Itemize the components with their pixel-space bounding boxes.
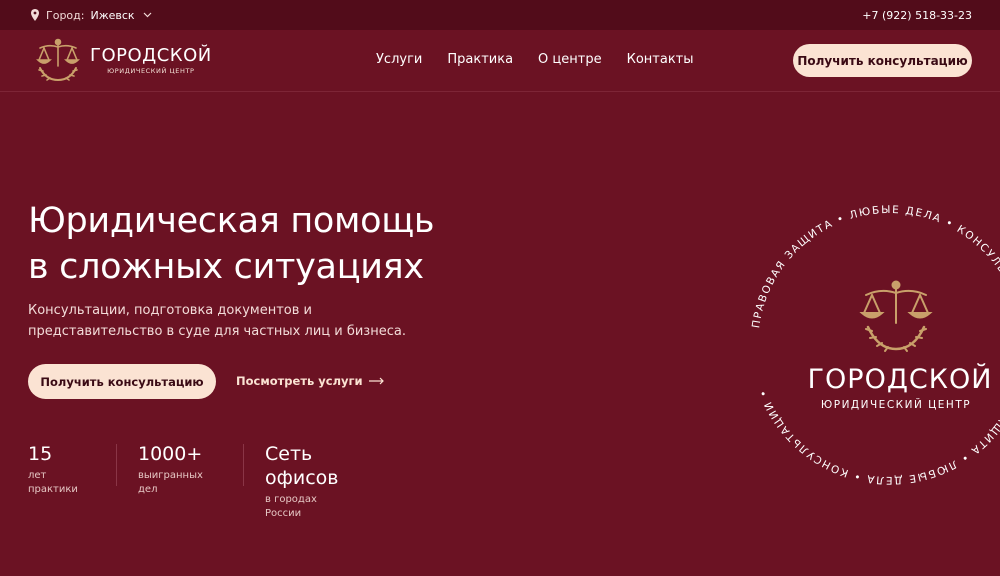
stat-divider	[243, 444, 244, 486]
hero-title-line: Юридическая помощь	[28, 201, 435, 241]
top-bar: Город: Ижевск +7 (922) 518-33-23	[0, 0, 1000, 30]
arrow-right-icon	[368, 377, 384, 385]
chevron-down-icon	[143, 12, 151, 18]
stat-divider	[116, 444, 117, 486]
hero-title: Юридическая помощь в сложных ситуациях	[28, 198, 435, 290]
stat-number: Сеть офисов	[265, 443, 339, 489]
logo[interactable]: ГОРОДСКОЙ ЮРИДИЧЕСКИЙ ЦЕНТР	[32, 36, 212, 84]
stat-caption: в городах России	[265, 494, 317, 519]
nav-contacts[interactable]: Контакты	[627, 52, 694, 67]
location-pin-icon	[31, 9, 39, 21]
hero-description: Консультации, подготовка документов и пр…	[28, 300, 448, 342]
header-consultation-button[interactable]: Получить консультацию	[793, 44, 972, 77]
hero-title-line: в сложных ситуациях	[28, 247, 424, 287]
stat-caption: лет практики	[28, 470, 78, 495]
site-header: ГОРОДСКОЙ ЮРИДИЧЕСКИЙ ЦЕНТР Услуги Практ…	[0, 30, 1000, 92]
city-selector[interactable]: Город: Ижевск	[30, 9, 152, 22]
scales-emblem-icon	[859, 280, 933, 352]
stat-offices: Сеть офисов в городах России	[265, 442, 339, 521]
badge-name: ГОРОДСКОЙ	[808, 363, 993, 395]
hero-consultation-button[interactable]: Получить консультацию	[28, 364, 216, 399]
view-services-link[interactable]: Посмотреть услуги	[236, 374, 385, 388]
stat-years: 15 лет практики	[28, 442, 78, 497]
hero-description-line: представительство в суде для частных лиц…	[28, 324, 406, 339]
brand-badge: ПРАВОВАЯ ЗАЩИТА • ЛЮБЫЕ ДЕЛА • КОНСУЛЬТА…	[740, 195, 1000, 495]
phone-link[interactable]: +7 (922) 518-33-23	[862, 9, 972, 22]
badge-subtitle: ЮРИДИЧЕСКИЙ ЦЕНТР	[821, 398, 971, 411]
stat-number: 1000+	[138, 443, 203, 465]
logo-name: ГОРОДСКОЙ	[90, 44, 212, 66]
city-value: Ижевск	[90, 8, 135, 22]
logo-subtitle: ЮРИДИЧЕСКИЙ ЦЕНТР	[107, 66, 195, 75]
badge-ring-text: ПРАВОВАЯ ЗАЩИТА • ЛЮБЫЕ ДЕЛА • КОНСУЛЬТА…	[750, 204, 1000, 486]
nav-about[interactable]: О центре	[538, 52, 602, 67]
main-nav: Услуги Практика О центре Контакты	[376, 52, 694, 67]
view-services-label: Посмотреть услуги	[236, 374, 363, 388]
stat-number: 15	[28, 443, 53, 465]
stat-caption: выигранных дел	[138, 470, 203, 495]
hero-description-line: Консультации, подготовка документов и	[28, 303, 312, 318]
brand-badge-graphic: ПРАВОВАЯ ЗАЩИТА • ЛЮБЫЕ ДЕЛА • КОНСУЛЬТА…	[750, 204, 1000, 486]
nav-services[interactable]: Услуги	[376, 52, 422, 67]
nav-practice[interactable]: Практика	[447, 52, 513, 67]
stat-cases: 1000+ выигранных дел	[138, 442, 203, 497]
city-label: Город:	[46, 8, 85, 22]
scales-emblem-icon	[36, 38, 80, 82]
